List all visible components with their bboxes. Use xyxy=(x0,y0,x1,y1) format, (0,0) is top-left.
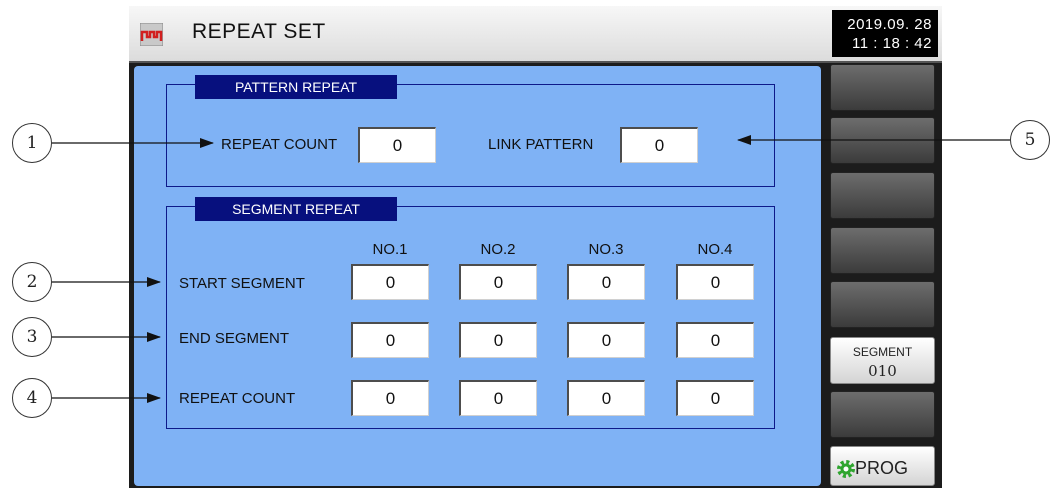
callout-arrows xyxy=(52,135,1010,403)
